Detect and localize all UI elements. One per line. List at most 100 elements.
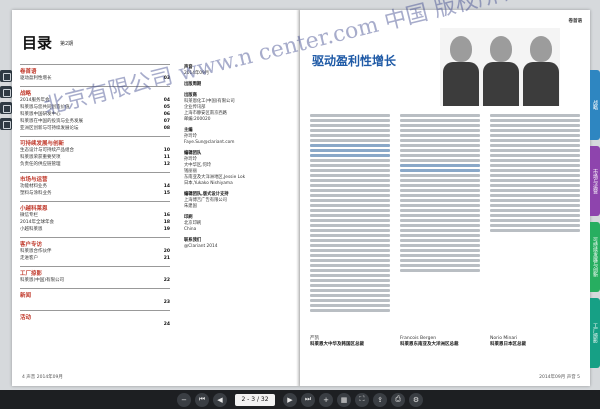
masthead-line: 日本,Yukako Nishiyama bbox=[184, 181, 233, 186]
person-body bbox=[443, 62, 479, 106]
prev-page-icon[interactable]: ◀ bbox=[213, 392, 227, 407]
toc-section-heading: 新闻 bbox=[20, 288, 170, 299]
toc-entry-page: 12 bbox=[163, 162, 170, 167]
section-header: 卷首语 bbox=[568, 19, 583, 24]
toc-entry-page: 22 bbox=[163, 278, 170, 283]
masthead-line: 2014年09月 bbox=[184, 71, 209, 76]
toc-entry-page: 08 bbox=[163, 126, 170, 131]
print-icon[interactable]: ⎙ bbox=[391, 392, 405, 407]
masthead-line: @Clariant 2014 bbox=[184, 244, 218, 249]
index-tab[interactable]: 战略 bbox=[590, 70, 600, 140]
index-tab[interactable]: 工厂掠影 bbox=[590, 298, 600, 368]
toc-entry[interactable]: 驱动盈利性增长 03 bbox=[20, 75, 170, 82]
toc-title: 目录 bbox=[22, 34, 53, 52]
toc-entry-title: 塑料与涂料业务 bbox=[20, 191, 52, 196]
toc-entry-page: 18 bbox=[163, 220, 170, 225]
toc-entry[interactable]: 走进客户 21 bbox=[20, 255, 170, 262]
toc-entry[interactable]: 24 bbox=[20, 321, 170, 328]
issue-number: 第2期 bbox=[60, 41, 74, 47]
toc-entry[interactable]: 科莱恩在中国的投资与业务发展 07 bbox=[20, 118, 170, 125]
article-title: 驱动盈利性增长 bbox=[312, 54, 397, 68]
masthead-line: 邮编:200020 bbox=[184, 117, 211, 122]
page-left[interactable]: 目录 第2期 卷首语 驱动盈利性增长 03 战略 2014服务年会 04 科莱恩与您共同创造… bbox=[12, 10, 300, 386]
signature-1: 严凯 科莱恩大中华及韩国区总裁 bbox=[310, 336, 364, 347]
toc-entry-title: 生态设计与可持续产品组合 bbox=[20, 148, 74, 153]
next-page-icon[interactable]: ▶ bbox=[283, 392, 297, 407]
toc-entry-page: 21 bbox=[163, 256, 170, 261]
toc-entry-title: 功能材料业务 bbox=[20, 184, 47, 189]
search-icon[interactable] bbox=[0, 86, 12, 98]
index-tab[interactable]: 市场与运营 bbox=[590, 146, 600, 216]
toc-entry[interactable]: 科莱恩(中国)有限公司 22 bbox=[20, 277, 170, 284]
toc-entry[interactable]: 2014年全球年会 18 bbox=[20, 219, 170, 226]
zoom-in-icon[interactable]: + bbox=[319, 392, 333, 407]
share-icon[interactable]: ⇪ bbox=[373, 392, 387, 407]
signature-3: Norio Minari 科莱恩日本区总裁 bbox=[490, 336, 526, 347]
toc-entry-page: 03 bbox=[163, 76, 170, 81]
toc-entry-page: 16 bbox=[163, 213, 170, 218]
toc-entry-page: 06 bbox=[163, 112, 170, 117]
toc-entry-title: 亚洲区创新与可持续发展论坛 bbox=[20, 126, 79, 131]
toc-section-heading: 小越科莱恩 bbox=[20, 201, 170, 212]
settings-icon[interactable]: ⚙ bbox=[409, 392, 423, 407]
toc-entry[interactable]: 生态设计与可持续产品组合 10 bbox=[20, 147, 170, 154]
zoom-out-icon[interactable]: − bbox=[177, 392, 191, 407]
toc-entry-title: 驱动盈利性增长 bbox=[20, 76, 52, 81]
toc-entry-page: 20 bbox=[163, 249, 170, 254]
executives-photo bbox=[440, 28, 560, 106]
toc-entry-title: 走进客户 bbox=[20, 256, 38, 261]
person-body bbox=[523, 62, 559, 106]
page-indicator[interactable]: 2 - 3 / 32 bbox=[235, 393, 275, 406]
toc-entry[interactable]: 2014服务年会 04 bbox=[20, 97, 170, 104]
last-page-icon[interactable]: ⏭ bbox=[301, 392, 315, 407]
person-face bbox=[450, 36, 472, 62]
toc-entry[interactable]: 23 bbox=[20, 299, 170, 306]
page-right[interactable]: 卷首语 驱动盈利性增长 严凯 科莱恩大中华及韩国区总裁 Francois Ber… bbox=[300, 10, 590, 386]
index-tabs: 战略市场与运营可持续发展与创新 工厂掠影 bbox=[590, 70, 600, 374]
toc-entry-page: 15 bbox=[163, 191, 170, 196]
toc-entry[interactable]: 负责任的供应链管理 12 bbox=[20, 161, 170, 168]
thumbnails-icon[interactable]: ▦ bbox=[337, 392, 351, 407]
toc-entry[interactable]: 科莱恩合作伙伴 20 bbox=[20, 248, 170, 255]
toc-entry[interactable]: 功能材料业务 14 bbox=[20, 183, 170, 190]
thumbnail-icon[interactable] bbox=[0, 102, 12, 114]
toc-entry-title: 科莱恩(中国)有限公司 bbox=[20, 278, 65, 283]
toc-entry-page: 14 bbox=[163, 184, 170, 189]
masthead-line: 朱建国 bbox=[184, 204, 197, 209]
toc-entry-page: 04 bbox=[163, 98, 170, 103]
first-page-icon[interactable]: ⏮ bbox=[195, 392, 209, 407]
list-icon[interactable] bbox=[0, 118, 12, 130]
toc-entry[interactable]: 科莱恩与您共同创造价值 05 bbox=[20, 104, 170, 111]
toc-entry-page: 07 bbox=[163, 119, 170, 124]
person-face bbox=[530, 36, 552, 62]
toc-entry-title: 负责任的供应链管理 bbox=[20, 162, 61, 167]
toc-entry-page: 11 bbox=[163, 155, 170, 160]
toc-entry-page: 24 bbox=[163, 322, 170, 327]
right-page-footer: 2014年09月 声音 5 bbox=[539, 375, 580, 380]
toc-entry[interactable]: 微信专栏 16 bbox=[20, 212, 170, 219]
toc-entry[interactable]: 科莱恩中国研发中心 06 bbox=[20, 111, 170, 118]
bookmark-icon[interactable] bbox=[0, 70, 12, 82]
toc-entry-page: 10 bbox=[163, 148, 170, 153]
article-column-3 bbox=[490, 114, 580, 234]
toc-entry-title: 科莱恩荣获重要奖项 bbox=[20, 155, 61, 160]
toc-entry-title: 科莱恩在中国的投资与业务发展 bbox=[20, 119, 83, 124]
index-tab[interactable]: 可持续发展与创新 bbox=[590, 222, 600, 292]
toc-entry[interactable]: 小越科莱恩 19 bbox=[20, 226, 170, 233]
toc-entry-title: 2014服务年会 bbox=[20, 98, 50, 103]
toc-entry[interactable]: 塑料与涂料业务 15 bbox=[20, 190, 170, 197]
masthead: 声音 2014年09月 出版周期 出版商 科莱恩化工(中国)有限公司 企业传讯部 上海市静安… bbox=[184, 60, 246, 250]
toc-entry-page: 23 bbox=[163, 300, 170, 305]
masthead-line: Faye.Sun@clariant.com bbox=[184, 140, 235, 145]
fullscreen-icon[interactable]: ⛶ bbox=[355, 392, 369, 407]
table-of-contents: 卷首语 驱动盈利性增长 03 战略 2014服务年会 04 科莱恩与您共同创造价值 05 科莱恩… bbox=[20, 60, 170, 328]
toc-entry[interactable]: 科莱恩荣获重要奖项 11 bbox=[20, 154, 170, 161]
toc-section-heading: 市场与运营 bbox=[20, 172, 170, 183]
person-face bbox=[490, 36, 512, 62]
toc-section-heading: 工厂掠影 bbox=[20, 266, 170, 277]
toc-section-heading: 卷首语 bbox=[20, 64, 170, 75]
toc-entry[interactable]: 亚洲区创新与可持续发展论坛 08 bbox=[20, 125, 170, 132]
toc-entry-title: 科莱恩中国研发中心 bbox=[20, 112, 61, 117]
toc-entry-title: 科莱恩合作伙伴 bbox=[20, 249, 52, 254]
signature-2: Francois Bergen 科莱恩东南亚及大洋洲区总裁 bbox=[400, 336, 459, 347]
